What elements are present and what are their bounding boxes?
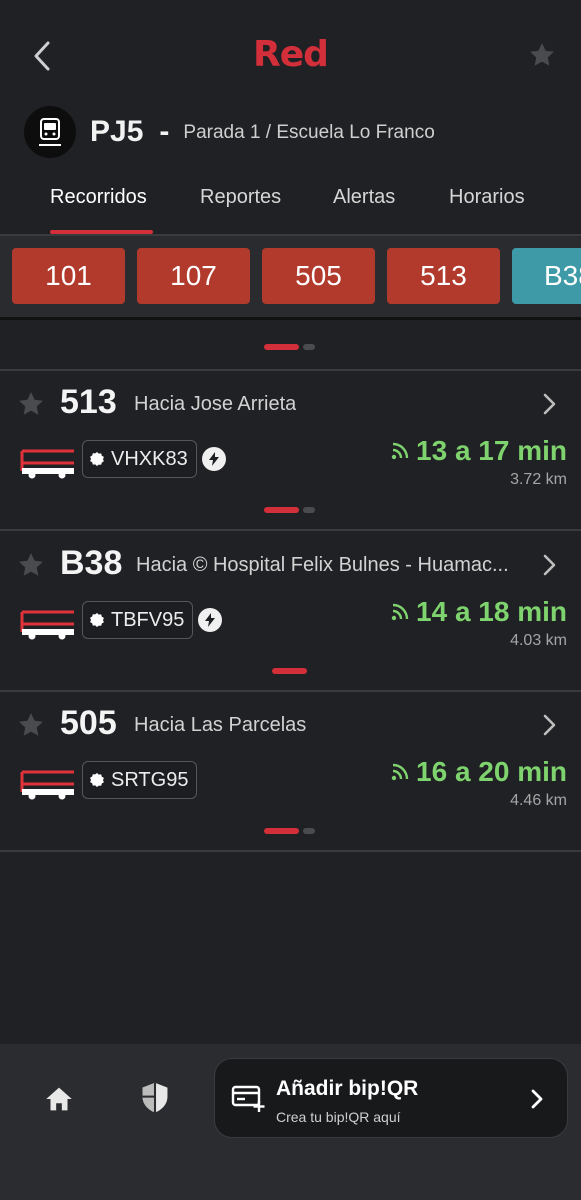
- page-dot: [303, 507, 315, 513]
- route-chip-101[interactable]: 101: [12, 248, 125, 304]
- page-dot: [303, 344, 315, 350]
- eta: 14 a 18 min: [390, 596, 567, 628]
- distance: 4.03 km: [510, 632, 567, 649]
- arrival-card[interactable]: B38 Hacia © Hospital Felix Bulnes - Huam…: [0, 532, 581, 690]
- route-chip-513[interactable]: 513: [387, 248, 500, 304]
- favorite-stop-button[interactable]: [525, 38, 559, 72]
- bip-qr-title: Añadir bip!QR: [276, 1077, 419, 1100]
- eta-text: 13 a 17 min: [416, 435, 567, 466]
- arrival-card[interactable]: 513 Hacia Jose Arrieta VHXK83 13 a 17 mi…: [0, 371, 581, 529]
- bus-icon: [20, 770, 74, 800]
- home-icon: [46, 1087, 72, 1111]
- page-dot-active: [272, 668, 307, 674]
- route-destination: Hacia © Hospital Felix Bulnes - Huamac..…: [136, 554, 509, 576]
- chevron-right-icon[interactable]: [539, 391, 559, 417]
- page-dot-active: [264, 507, 299, 513]
- electric-bus-icon: [198, 608, 222, 632]
- stop-name: Parada 1 / Escuela Lo Franco: [183, 122, 435, 143]
- route-chips-bar: 101 107 505 513 B38: [0, 236, 581, 320]
- eta: 13 a 17 min: [390, 435, 567, 467]
- route-destination: Hacia Jose Arrieta: [134, 393, 297, 415]
- tab-reportes[interactable]: Reportes: [200, 186, 281, 209]
- bottom-navigation: Añadir bip!QR Crea tu bip!QR aquí: [0, 1044, 581, 1200]
- badge-icon: [90, 613, 104, 627]
- bus-plate: TBFV95: [82, 601, 194, 639]
- page-indicator: [272, 668, 307, 674]
- stop-info: PJ5 - Parada 1 / Escuela Lo Franco: [24, 106, 561, 158]
- electric-bus-icon: [202, 447, 226, 471]
- plate-number: TBFV95: [111, 608, 185, 631]
- distance: 4.46 km: [510, 792, 567, 809]
- credit-card-add-icon: [231, 1085, 265, 1112]
- star-icon[interactable]: [16, 710, 46, 740]
- star-icon[interactable]: [16, 550, 46, 580]
- tab-alertas[interactable]: Alertas: [333, 186, 395, 209]
- tab-bar: Recorridos Reportes Alertas Horarios: [0, 172, 581, 234]
- star-icon: [530, 43, 554, 66]
- badge-icon: [90, 773, 104, 787]
- route-chip-b38[interactable]: B38: [512, 248, 581, 304]
- stop-code: PJ5: [90, 115, 144, 148]
- distance: 3.72 km: [510, 471, 567, 488]
- page-dot-active: [264, 828, 299, 834]
- divider: [0, 529, 581, 531]
- bus-plate: SRTG95: [82, 761, 198, 799]
- chevron-right-icon: [531, 1089, 543, 1109]
- route-chip-505[interactable]: 505: [262, 248, 375, 304]
- page-indicator: [264, 828, 315, 834]
- live-signal-icon: [391, 442, 409, 460]
- star-icon[interactable]: [16, 389, 46, 419]
- red-logo: Red: [253, 34, 329, 75]
- add-bip-qr-button[interactable]: Añadir bip!QR Crea tu bip!QR aquí: [214, 1058, 568, 1138]
- route-destination: Hacia Las Parcelas: [134, 714, 307, 736]
- bus-stop-icon: [24, 106, 76, 158]
- page-indicator: [264, 507, 315, 513]
- stop-separator: -: [159, 115, 170, 148]
- tab-recorridos[interactable]: Recorridos: [50, 186, 147, 209]
- page-dot-active: [264, 344, 299, 350]
- eta-text: 14 a 18 min: [416, 596, 567, 627]
- route-chip-107[interactable]: 107: [137, 248, 250, 304]
- bus-plate: VHXK83: [82, 440, 197, 478]
- plate-number: VHXK83: [111, 447, 188, 470]
- eta-text: 16 a 20 min: [416, 756, 567, 787]
- bus-icon: [20, 449, 74, 479]
- eta: 16 a 20 min: [390, 756, 567, 788]
- bip-qr-subtitle: Crea tu bip!QR aquí: [276, 1109, 401, 1125]
- live-signal-icon: [391, 603, 409, 621]
- live-signal-icon: [391, 763, 409, 781]
- page-indicator: [264, 344, 315, 350]
- route-number: B38: [60, 544, 123, 582]
- tab-horarios[interactable]: Horarios: [449, 186, 525, 209]
- page-dot: [303, 828, 315, 834]
- app-header: Red: [0, 0, 581, 110]
- security-button[interactable]: [138, 1080, 172, 1116]
- bus-icon: [20, 610, 74, 640]
- route-number: 513: [60, 383, 117, 421]
- route-number: 505: [60, 704, 117, 742]
- plate-number: SRTG95: [111, 768, 189, 791]
- shield-icon: [142, 1082, 168, 1113]
- chevron-right-icon[interactable]: [539, 552, 559, 578]
- chevron-right-icon[interactable]: [539, 712, 559, 738]
- badge-icon: [90, 452, 104, 466]
- divider: [0, 850, 581, 852]
- home-button[interactable]: [42, 1082, 76, 1116]
- arrival-card[interactable]: 505 Hacia Las Parcelas SRTG95 16 a 20 mi…: [0, 692, 581, 850]
